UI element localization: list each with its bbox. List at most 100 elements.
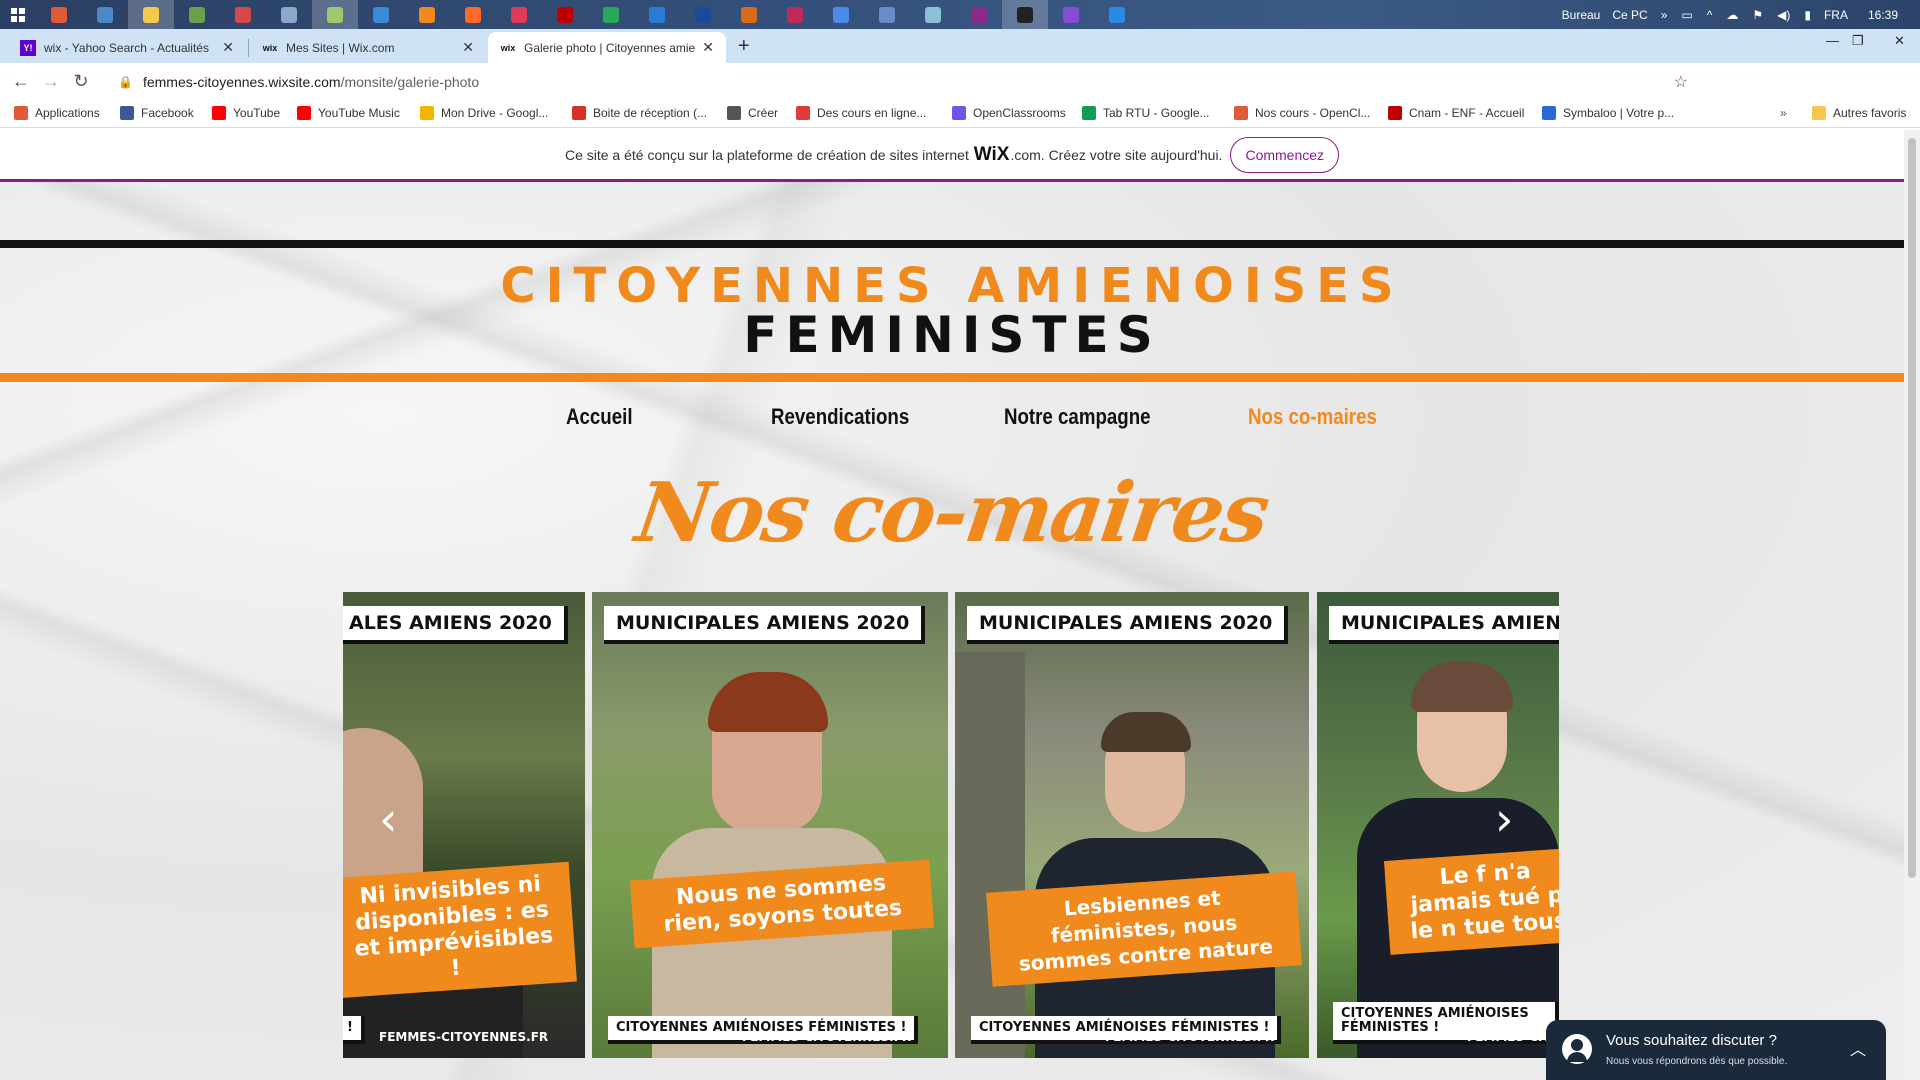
- scrollbar-thumb[interactable]: [1908, 138, 1916, 878]
- taskbar-app-button[interactable]: [220, 0, 266, 29]
- taskbar-app-button[interactable]: [818, 0, 864, 29]
- taskbar-app-button[interactable]: [588, 0, 634, 29]
- bookmark-favicon-icon: [796, 106, 810, 120]
- app-icon-9: [419, 6, 435, 23]
- chevron-up-icon[interactable]: ︿: [1850, 1036, 1866, 1060]
- chat-widget[interactable]: Vous souhaitez discuter ? Nous vous répo…: [1546, 1020, 1886, 1080]
- web-page: Ce site a été conçu sur la plateforme de…: [0, 130, 1904, 1080]
- taskbar-app-button[interactable]: [772, 0, 818, 29]
- gallery-card[interactable]: MUNICIPALES AMIENS 2020 Lesbiennes et fé…: [955, 592, 1309, 1058]
- clock[interactable]: 16:39: [1868, 8, 1898, 22]
- taskbar-app-button[interactable]: [312, 0, 358, 29]
- bookmark-item[interactable]: Nos cours - OpenCl...: [1234, 106, 1370, 120]
- taskbar-app-button[interactable]: [36, 0, 82, 29]
- menu-item-nos-co-maires[interactable]: Nos co-maires: [1248, 404, 1377, 430]
- taskbar-app-button[interactable]: [266, 0, 312, 29]
- forward-arrow-icon[interactable]: →: [36, 71, 66, 92]
- menu-item-notre-campagne[interactable]: Notre campagne: [1004, 404, 1151, 430]
- taskbar-app-button[interactable]: [1048, 0, 1094, 29]
- taskbar-app-button[interactable]: [174, 0, 220, 29]
- taskbar-app-button[interactable]: [864, 0, 910, 29]
- bookmark-item[interactable]: Mon Drive - Googl...: [420, 106, 548, 120]
- windows-start-button[interactable]: [0, 0, 36, 29]
- language-indicator[interactable]: FRA: [1824, 8, 1848, 22]
- taskbar-app-button[interactable]: [634, 0, 680, 29]
- close-window-button[interactable]: ✕: [1894, 33, 1905, 49]
- taskbar-app-button[interactable]: [542, 0, 588, 29]
- chat-title: Vous souhaitez discuter ?: [1606, 1032, 1777, 1049]
- close-tab-icon[interactable]: ✕: [462, 39, 474, 56]
- taskbar-app-button[interactable]: [450, 0, 496, 29]
- tab-wix-sites[interactable]: wix Mes Sites | Wix.com ✕: [250, 32, 486, 63]
- taskbar-app-button[interactable]: [1094, 0, 1140, 29]
- tab-yahoo-search[interactable]: Y! wix - Yahoo Search - Actualités ✕: [8, 32, 246, 63]
- taskbar-app-button[interactable]: [680, 0, 726, 29]
- flag-icon[interactable]: ⚑: [1752, 8, 1763, 22]
- taskbar-app-button[interactable]: [82, 0, 128, 29]
- gallery-prev-arrow[interactable]: ‹: [379, 792, 397, 846]
- bookmark-item[interactable]: YouTube Music: [297, 106, 400, 120]
- url-path: /monsite/galerie-photo: [340, 73, 480, 90]
- tab-galerie-photo[interactable]: wix Galerie photo | Citoyennes amier ✕: [488, 32, 726, 63]
- new-tab-button[interactable]: +: [738, 35, 750, 58]
- bookmark-star-icon[interactable]: ☆: [1674, 72, 1688, 92]
- desktop-toolbar[interactable]: Bureau: [1562, 8, 1601, 22]
- network-icon[interactable]: ▮: [1804, 8, 1811, 22]
- bookmark-label: Créer: [748, 106, 779, 120]
- taskbar-app-button[interactable]: [128, 0, 174, 29]
- wix-favicon-icon: wix: [500, 42, 516, 53]
- cloud-icon[interactable]: ☁: [1726, 8, 1738, 22]
- browser-tab-strip: Y! wix - Yahoo Search - Actualités ✕ wix…: [0, 29, 1920, 63]
- bookmark-item[interactable]: Des cours en ligne...: [796, 106, 926, 120]
- yahoo-favicon-icon: Y!: [20, 39, 36, 56]
- taskbar-app-button[interactable]: [358, 0, 404, 29]
- wix-banner-text: Ce site a été conçu sur la plateforme de…: [564, 146, 969, 163]
- toolbar-overflow-icon[interactable]: »: [1661, 8, 1668, 22]
- app-icon-24: [1109, 6, 1125, 23]
- bookmark-item[interactable]: YouTube: [212, 106, 280, 120]
- menu-item-revendications[interactable]: Revendications: [771, 404, 909, 430]
- windows-logo-icon: [11, 7, 25, 22]
- bookmark-favicon-icon: [1082, 106, 1096, 120]
- card-slogan: Ni invisibles ni disponibles : es et imp…: [343, 861, 577, 999]
- volume-icon[interactable]: ◀): [1777, 8, 1790, 22]
- taskbar-app-button[interactable]: [496, 0, 542, 29]
- gallery-card[interactable]: MUNICIPALES AMIENS Le f n'a jamais tué p…: [1317, 592, 1559, 1058]
- address-bar[interactable]: 🔒 femmes-citoyennes.wixsite.com /monsite…: [110, 67, 1700, 96]
- app-icon-7: [327, 6, 343, 23]
- taskbar-app-button[interactable]: [726, 0, 772, 29]
- bookmark-item[interactable]: OpenClassrooms: [952, 106, 1066, 120]
- gallery-next-arrow[interactable]: ›: [1495, 792, 1513, 846]
- menu-item-accueil[interactable]: Accueil: [566, 404, 633, 430]
- bookmark-item[interactable]: Applications: [14, 106, 100, 120]
- windows-taskbar: Bureau Ce PC » ▭ ^ ☁ ⚑ ◀) ▮ FRA 16:39: [0, 0, 1920, 29]
- this-pc-toolbar[interactable]: Ce PC: [1612, 8, 1647, 22]
- bookmark-item[interactable]: Cnam - ENF - Accueil: [1388, 106, 1524, 120]
- keyboard-icon[interactable]: ▭: [1681, 8, 1692, 22]
- gallery-card[interactable]: MUNICIPALES AMIENS 2020 Nous ne sommes r…: [592, 592, 948, 1058]
- bookmark-item[interactable]: Symbaloo | Votre p...: [1542, 106, 1674, 120]
- tray-expand-icon[interactable]: ^: [1707, 8, 1713, 22]
- lock-icon[interactable]: 🔒: [118, 75, 133, 89]
- page-scrollbar[interactable]: [1904, 130, 1920, 1080]
- taskbar-app-button[interactable]: [1002, 0, 1048, 29]
- taskbar-app-button[interactable]: [910, 0, 956, 29]
- commencez-button[interactable]: Commencez: [1230, 136, 1340, 173]
- taskbar-app-button[interactable]: [404, 0, 450, 29]
- bookmark-item[interactable]: Tab RTU - Google...: [1082, 106, 1210, 120]
- bookmark-item[interactable]: Boite de réception (...: [572, 106, 707, 120]
- close-tab-icon[interactable]: ✕: [222, 39, 234, 56]
- other-bookmarks-folder[interactable]: Autres favoris: [1812, 106, 1906, 120]
- bookmarks-overflow-icon[interactable]: »: [1780, 106, 1787, 120]
- bookmark-item[interactable]: Facebook: [120, 106, 194, 120]
- back-arrow-icon[interactable]: ←: [6, 71, 36, 92]
- close-tab-icon[interactable]: ✕: [702, 39, 714, 56]
- reload-icon[interactable]: ↻: [66, 71, 96, 92]
- wix-logo[interactable]: WiX: [974, 144, 1010, 166]
- bookmark-item[interactable]: Créer: [727, 106, 778, 120]
- site-title-line2[interactable]: FEMINISTES: [0, 306, 1904, 364]
- taskbar-app-button[interactable]: [956, 0, 1002, 29]
- minimize-button[interactable]: —: [1826, 33, 1839, 48]
- restore-button[interactable]: ❐: [1852, 33, 1864, 49]
- photo-gallery[interactable]: ALES AMIENS 2020 Ni invisibles ni dispon…: [343, 592, 1559, 1058]
